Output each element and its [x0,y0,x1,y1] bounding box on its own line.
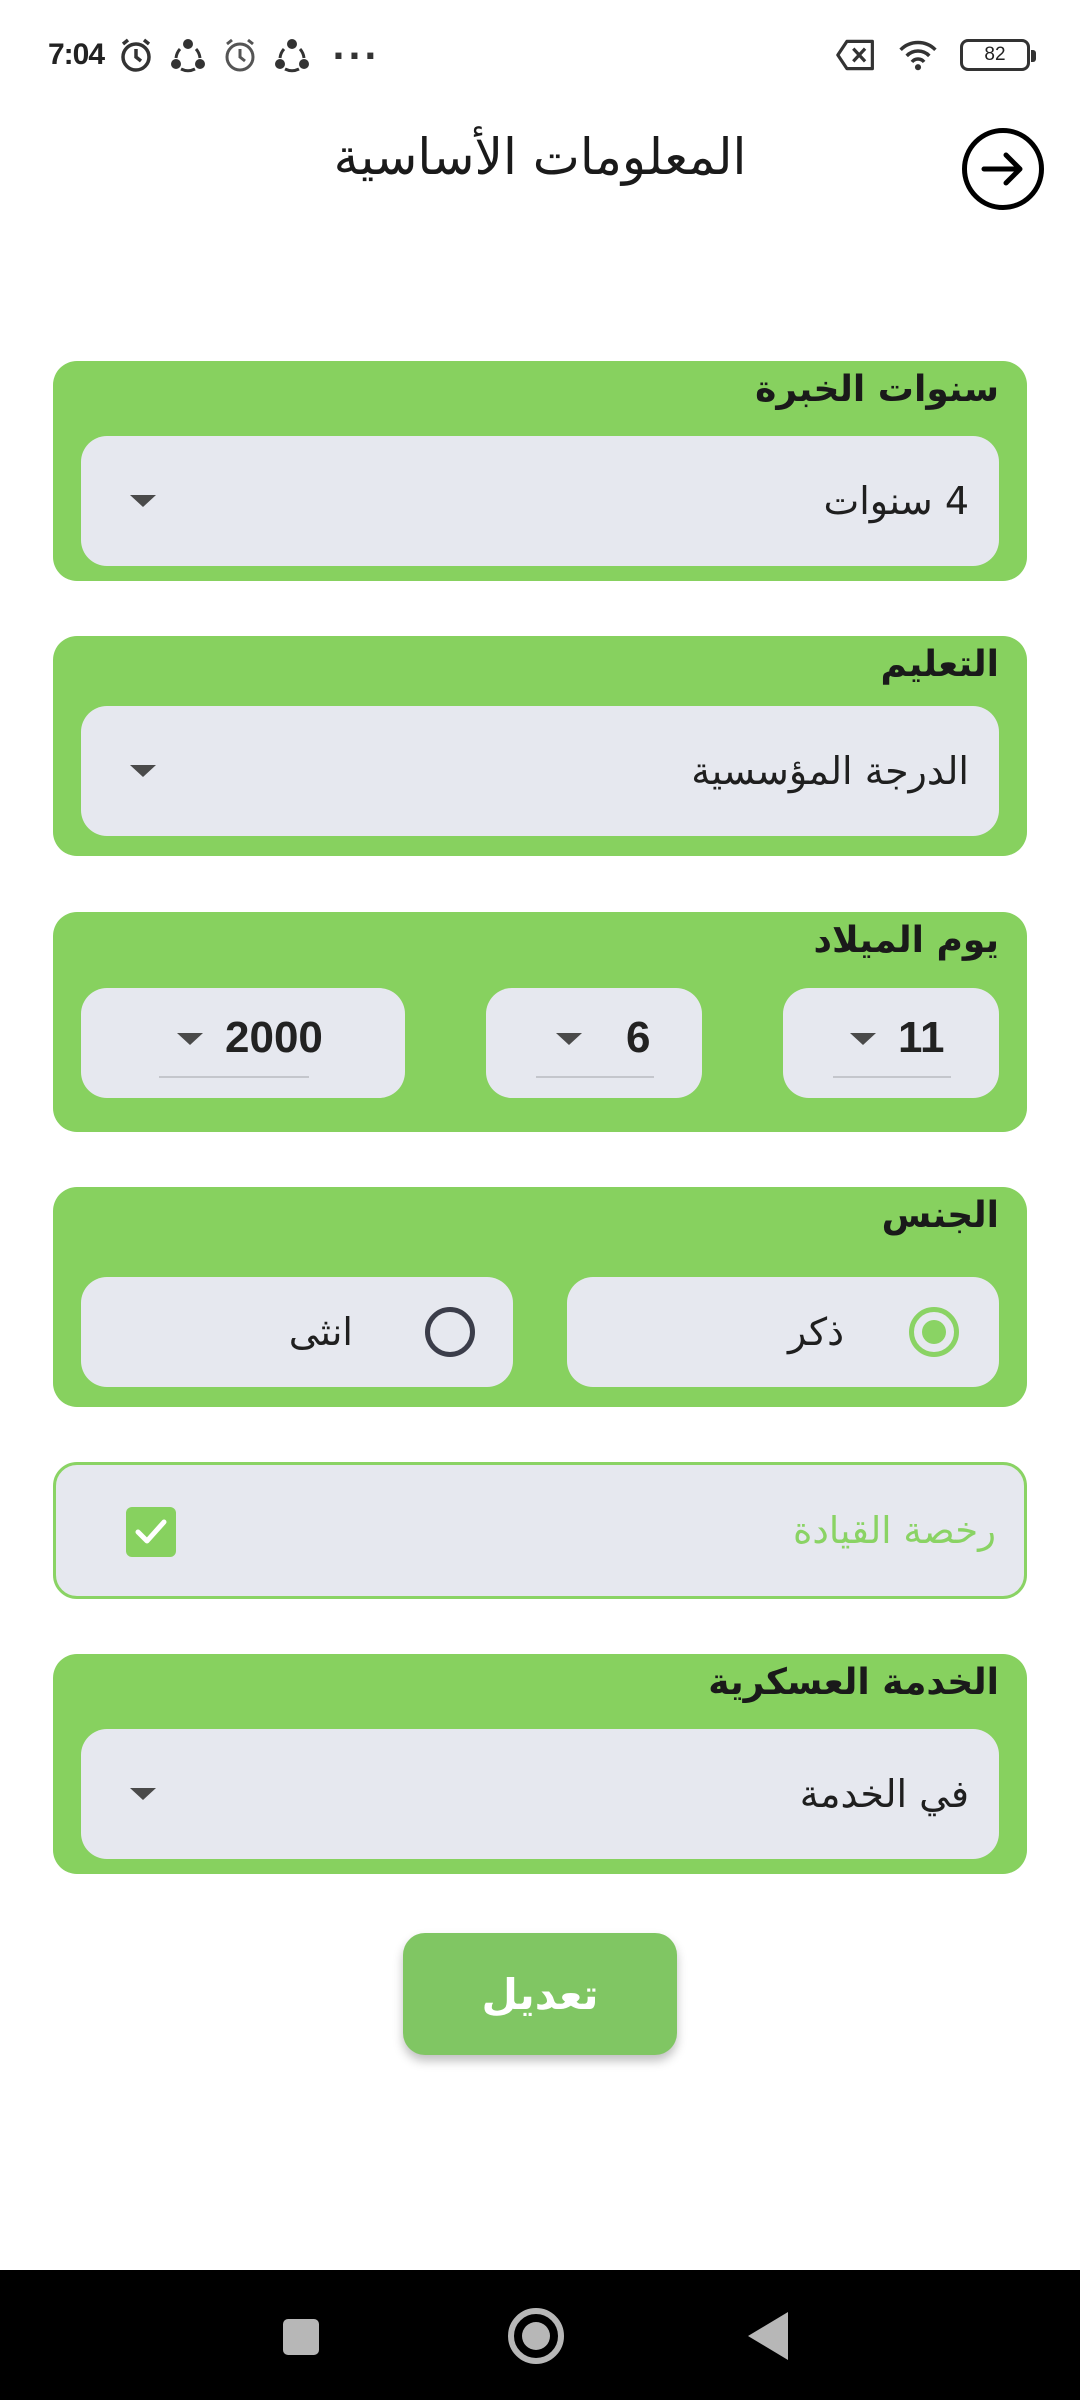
military-value: في الخدمة [799,1772,969,1816]
wifi-icon [898,35,938,75]
female-label: انثى [288,1310,353,1354]
checkbox-checked-icon[interactable] [126,1507,176,1557]
battery-icon: 82 [960,39,1036,71]
gender-label: الجنس [881,1195,999,1236]
battery-level: 82 [984,44,1006,65]
dropdown-arrow-icon [177,1033,203,1045]
dropdown-arrow-icon [556,1033,582,1045]
more-icon: ... [332,28,380,68]
status-left: 7:04 ... [48,28,380,80]
experience-label: سنوات الخبرة [755,369,999,410]
alarm-icon [220,35,260,75]
status-time: 7:04 [48,38,105,71]
birthday-label: يوم الميلاد [813,920,999,961]
recents-icon[interactable] [283,2319,319,2355]
back-button[interactable] [962,128,1044,210]
military-dropdown[interactable]: في الخدمة [81,1729,999,1859]
arrow-right-icon [981,152,1023,186]
experience-dropdown[interactable]: 4 سنوات [81,436,999,566]
status-bar: 7:04 ... 82 [0,0,1080,110]
year-underline [159,1076,309,1078]
no-sim-icon [836,35,876,75]
alarm-icon [116,35,156,75]
experience-card: سنوات الخبرة 4 سنوات [53,361,1027,581]
back-icon[interactable] [748,2312,788,2360]
radio-selected-icon [909,1307,959,1357]
education-dropdown[interactable]: الدرجة المؤسسية [81,706,999,836]
share-icon [272,35,312,75]
page-title: المعلومات الأساسية [333,128,747,186]
day-dropdown[interactable]: 11 [783,988,999,1098]
share-icon [168,35,208,75]
navigation-bar [0,2270,1080,2400]
day-value: 11 [898,1013,945,1062]
gender-card: الجنس ذكر انثى [53,1187,1027,1407]
education-value: الدرجة المؤسسية [691,749,969,793]
gender-female-option[interactable]: انثى [81,1277,513,1387]
military-card: الخدمة العسكرية في الخدمة [53,1654,1027,1874]
status-right: 82 [836,30,1036,80]
dropdown-arrow-icon [130,765,156,777]
year-dropdown[interactable]: 2000 [81,988,405,1098]
military-label: الخدمة العسكرية [708,1662,999,1703]
home-icon[interactable] [508,2308,564,2364]
experience-value: 4 سنوات [823,479,969,523]
gender-male-option[interactable]: ذكر [567,1277,999,1387]
month-value: 6 [626,1013,651,1062]
edit-button[interactable]: تعديل [403,1933,677,2055]
education-label: التعليم [880,644,1000,685]
day-underline [833,1076,951,1078]
year-value: 2000 [225,1013,323,1062]
driving-license-label: رخصة القيادة [793,1509,996,1552]
male-label: ذكر [788,1310,844,1354]
month-underline [536,1076,654,1078]
driving-license-row[interactable]: رخصة القيادة [53,1462,1027,1599]
education-card: التعليم الدرجة المؤسسية [53,636,1027,856]
birthday-card: يوم الميلاد 11 6 2000 [53,912,1027,1132]
dropdown-arrow-icon [130,495,156,507]
check-icon [135,1519,167,1544]
radio-unselected-icon [425,1307,475,1357]
month-dropdown[interactable]: 6 [486,988,702,1098]
dropdown-arrow-icon [130,1788,156,1800]
dropdown-arrow-icon [850,1033,876,1045]
